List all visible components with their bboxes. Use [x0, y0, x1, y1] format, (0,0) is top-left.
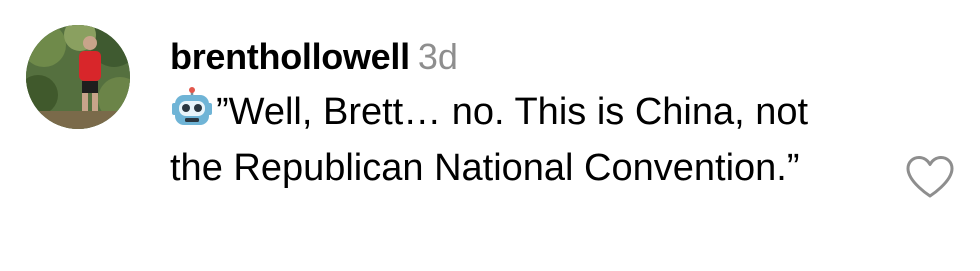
- username[interactable]: brenthollowell: [170, 36, 410, 77]
- robot-face-icon: [170, 86, 214, 130]
- heart-outline-icon: [906, 156, 954, 198]
- comment-body: brenthollowell 3d ”Well, Brett… no. This …: [170, 34, 870, 196]
- avatar[interactable]: [26, 25, 130, 129]
- comment-text: ”Well, Brett… no. This is China, not the…: [170, 84, 870, 196]
- comment-text-content: ”Well, Brett… no. This is China, not the…: [170, 91, 809, 189]
- comment: brenthollowell 3d ”Well, Brett… no. This …: [0, 0, 980, 271]
- like-button[interactable]: [904, 154, 956, 200]
- timestamp[interactable]: 3d: [418, 36, 458, 77]
- avatar-photo: [26, 25, 130, 129]
- comment-header: brenthollowell 3d: [170, 34, 870, 80]
